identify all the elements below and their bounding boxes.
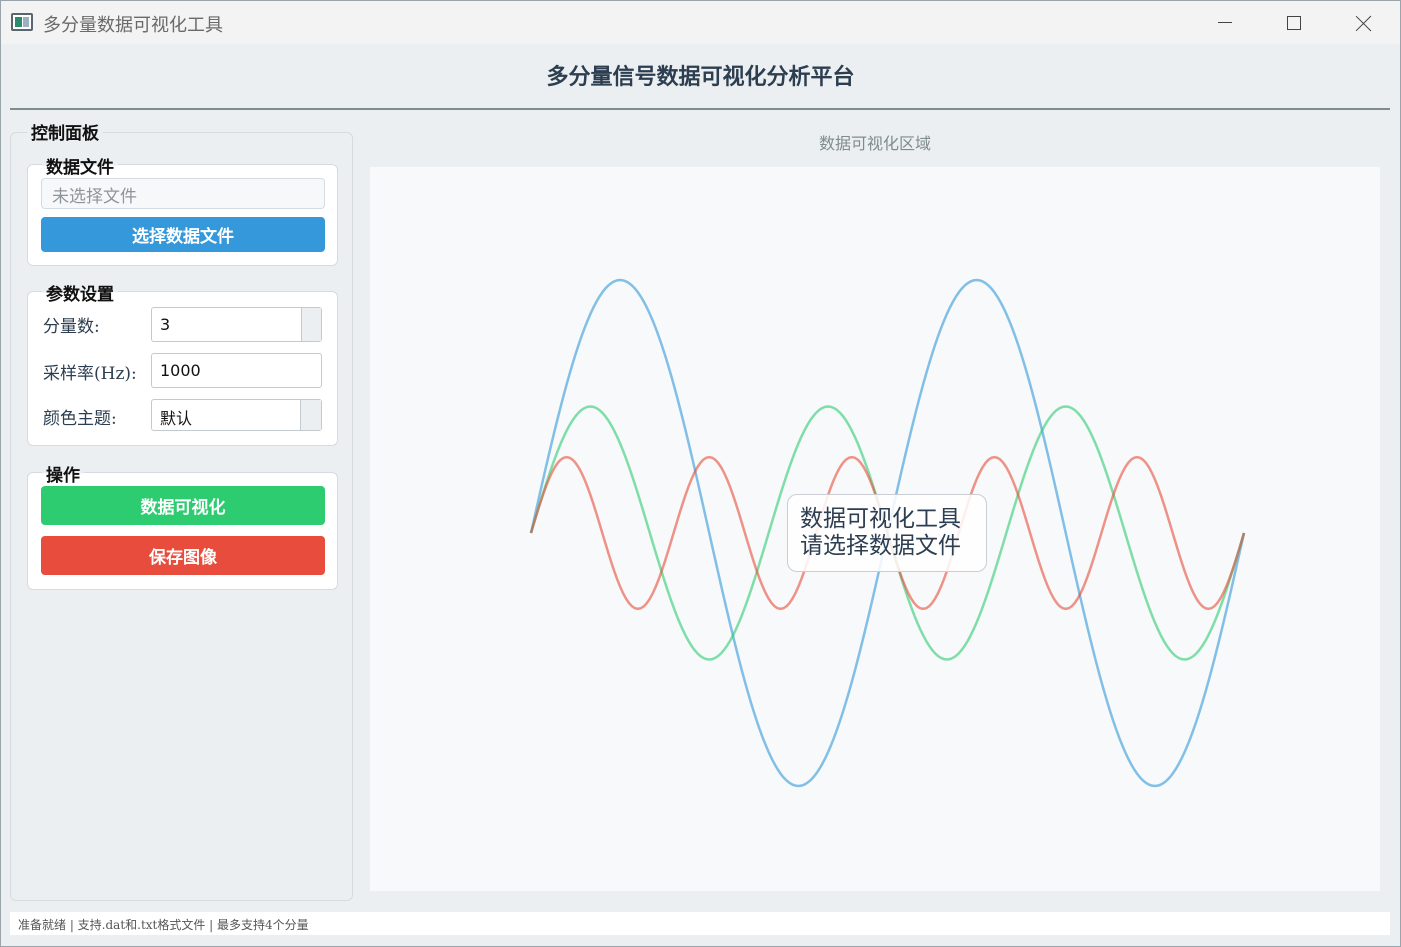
components-label: 分量数: bbox=[43, 317, 100, 337]
select-dropdown-button[interactable] bbox=[300, 400, 321, 430]
theme-value: 默认 bbox=[160, 409, 193, 428]
data-file-group: 数据文件 未选择文件 选择数据文件 bbox=[27, 153, 338, 266]
page-title: 多分量信号数据可视化分析平台 bbox=[546, 64, 855, 90]
params-group-title: 参数设置 bbox=[42, 280, 118, 305]
components-spinbox[interactable]: 3 bbox=[151, 307, 322, 342]
theme-label: 颜色主题: bbox=[43, 409, 117, 429]
select-file-button[interactable]: 选择数据文件 bbox=[41, 217, 325, 252]
components-value: 3 bbox=[160, 315, 171, 334]
placeholder-line-1: 数据可视化工具 bbox=[800, 506, 961, 532]
theme-select[interactable]: 默认 bbox=[151, 399, 322, 431]
viz-caption: 数据可视化区域 bbox=[818, 134, 931, 153]
close-button[interactable] bbox=[1329, 1, 1399, 44]
file-path-field: 未选择文件 bbox=[41, 178, 325, 209]
sample-rate-value: 1000 bbox=[160, 361, 201, 380]
title-divider bbox=[10, 108, 1390, 110]
operations-group: 操作 数据可视化 保存图像 bbox=[27, 461, 338, 590]
maximize-icon bbox=[1287, 15, 1301, 30]
params-group: 参数设置 分量数: 3 采样率(Hz): 1000 颜色主题: 默认 bbox=[27, 280, 338, 446]
minimize-icon bbox=[1218, 22, 1232, 23]
minimize-button[interactable] bbox=[1190, 1, 1260, 44]
sample-rate-input[interactable]: 1000 bbox=[151, 353, 322, 388]
sample-rate-label: 采样率(Hz): bbox=[43, 364, 137, 384]
placeholder-message: 数据可视化工具 请选择数据文件 bbox=[787, 494, 987, 572]
control-panel: 控制面板 数据文件 未选择文件 选择数据文件 参数设置 分量数: 3 采样率(H… bbox=[10, 119, 353, 901]
title-bar: 多分量数据可视化工具 bbox=[1, 1, 1400, 44]
visualization-area: 数据可视化工具 请选择数据文件 bbox=[370, 167, 1380, 891]
data-file-group-title: 数据文件 bbox=[42, 153, 118, 178]
save-image-button[interactable]: 保存图像 bbox=[41, 536, 325, 575]
control-panel-title: 控制面板 bbox=[27, 119, 103, 144]
maximize-button[interactable] bbox=[1259, 1, 1329, 44]
visualize-button[interactable]: 数据可视化 bbox=[41, 486, 325, 525]
close-icon bbox=[1356, 15, 1372, 31]
status-bar: 准备就绪 | 支持.dat和.txt格式文件 | 最多支持4个分量 bbox=[10, 912, 1390, 935]
spin-arrows[interactable] bbox=[301, 308, 321, 341]
placeholder-line-2: 请选择数据文件 bbox=[800, 533, 961, 559]
app-icon bbox=[11, 13, 33, 31]
app-window: 多分量数据可视化工具 多分量信号数据可视化分析平台 控制面板 数据文件 未选择文… bbox=[0, 0, 1401, 947]
operations-group-title: 操作 bbox=[42, 461, 84, 486]
window-title: 多分量数据可视化工具 bbox=[43, 15, 223, 36]
